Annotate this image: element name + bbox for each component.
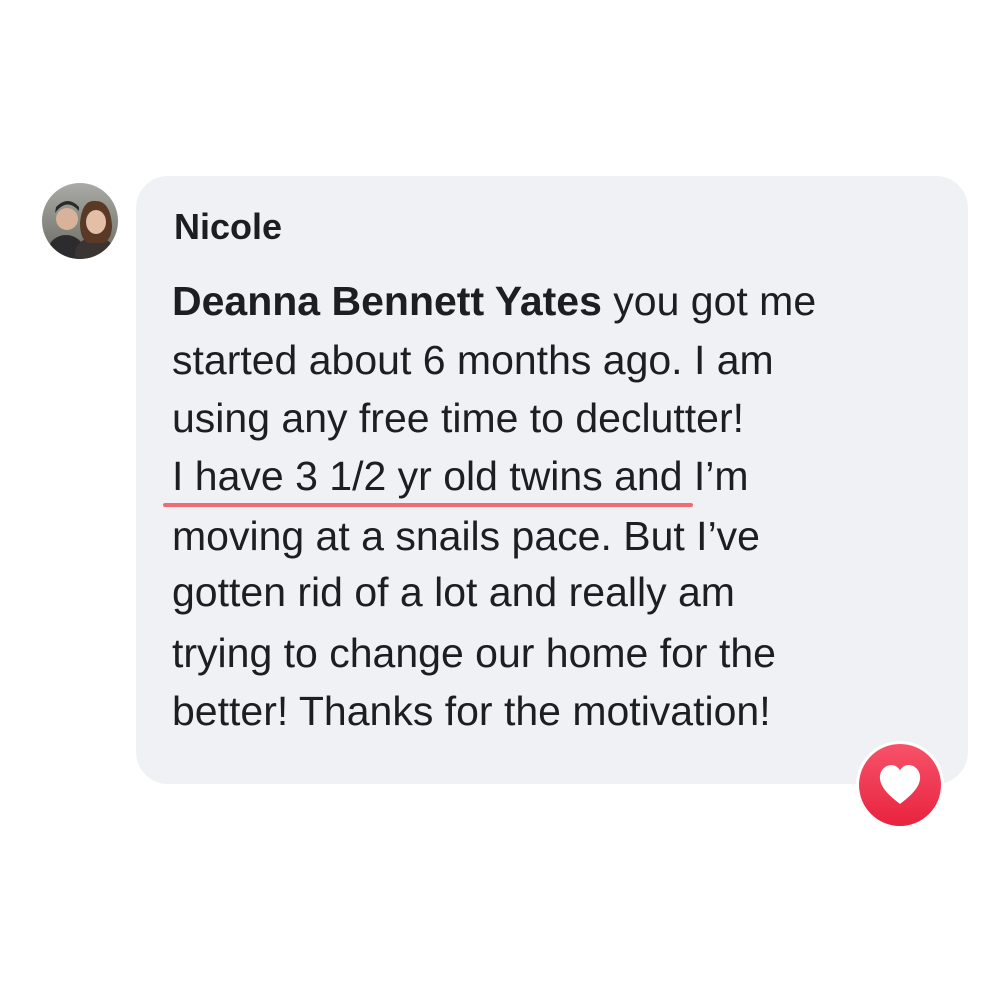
comment-screenshot: Nicole Deanna Bennett Yates you got me s…	[0, 0, 1000, 1000]
highlight-underline	[163, 503, 693, 507]
comment-line: Deanna Bennett Yates you got me	[172, 276, 816, 326]
comment-line: better! Thanks for the motivation!	[172, 688, 771, 734]
avatar-photo	[42, 183, 118, 259]
comment-line: gotten rid of a lot and really am	[172, 569, 735, 615]
comment-text: you got me	[601, 278, 817, 324]
reaction-circle	[859, 744, 941, 826]
avatar[interactable]	[42, 183, 118, 259]
comment-line: using any free time to declutter!	[172, 395, 745, 441]
comment-line: trying to change our home for the	[172, 630, 776, 676]
heart-icon	[879, 765, 921, 804]
comment-line: started about 6 months ago. I am	[172, 337, 774, 383]
comment-author[interactable]: Nicole	[174, 205, 282, 249]
mention-link[interactable]: Deanna Bennett Yates	[172, 278, 602, 324]
love-reaction-badge[interactable]	[856, 741, 944, 829]
comment-line: moving at a snails pace. But I’ve	[172, 513, 760, 559]
comment-line: I have 3 1/2 yr old twins and I’m	[172, 453, 749, 499]
